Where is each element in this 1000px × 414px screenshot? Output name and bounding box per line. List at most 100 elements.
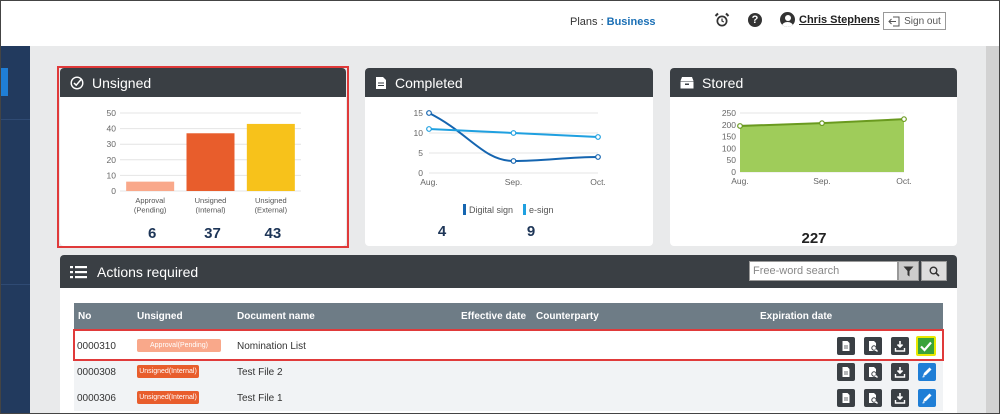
side-nav-divider xyxy=(1,119,30,120)
pen-icon xyxy=(922,393,932,404)
document-name[interactable]: Test File 1 xyxy=(237,393,283,404)
pen-icon xyxy=(922,367,932,378)
avatar-icon xyxy=(780,12,795,27)
scrollbar-track[interactable] xyxy=(986,46,999,413)
y-tick-label: 250 xyxy=(722,108,736,118)
download-icon xyxy=(894,393,906,404)
magnifier-document-icon xyxy=(869,393,878,404)
y-tick-label: 5 xyxy=(418,148,423,158)
stored-card: Stored 0 50 100 150 200 250 Aug. Sep. Oct. 227 xyxy=(670,68,957,246)
search-icon xyxy=(929,266,940,277)
archive-box-icon xyxy=(680,77,694,89)
sign-button[interactable] xyxy=(918,363,936,381)
filter-button[interactable] xyxy=(898,261,919,281)
table-row[interactable]: 0000308 Unsigned(Internal) Test File 2 xyxy=(74,359,943,385)
document-name[interactable]: Test File 2 xyxy=(237,367,283,378)
x-tick-label: Sep. xyxy=(813,176,831,186)
completed-count: 9 xyxy=(527,223,535,240)
data-point xyxy=(819,120,825,127)
completed-count: 4 xyxy=(438,223,447,240)
side-nav-divider xyxy=(1,284,30,285)
top-header: Plans : Business ? Chris Stephens Sign o… xyxy=(1,1,999,46)
x-tick-label: Oct. xyxy=(590,177,606,187)
completed-line-chart: 051015Aug. Sep. Oct.Digital sign e-sign4 9 xyxy=(414,108,606,240)
y-tick-label: 15 xyxy=(414,108,424,118)
data-point xyxy=(901,116,907,123)
x-tick-label: Sep. xyxy=(505,177,523,187)
filter-icon xyxy=(903,266,914,276)
legend-swatch xyxy=(523,204,526,215)
document-icon xyxy=(842,393,850,403)
table-row[interactable]: 0000306 Unsigned(Internal) Test File 1 xyxy=(74,385,943,411)
y-tick-label: 200 xyxy=(722,120,736,130)
completed-card-title: Completed xyxy=(395,74,463,91)
preview-button[interactable] xyxy=(864,363,882,381)
user-menu[interactable]: Chris Stephens xyxy=(780,12,880,27)
highlight-box xyxy=(73,329,944,361)
actions-title: Actions required xyxy=(97,263,199,280)
doc-number: 0000306 xyxy=(77,393,116,404)
magnifier-document-icon xyxy=(869,367,878,378)
actions-header: Actions required Free-word search xyxy=(60,255,957,288)
y-tick-label: 100 xyxy=(722,143,736,153)
view-document-button[interactable] xyxy=(837,389,855,407)
sign-out-icon xyxy=(888,16,900,26)
side-nav-active-tab[interactable] xyxy=(1,68,8,96)
search-button[interactable] xyxy=(921,261,947,281)
help-icon[interactable]: ? xyxy=(748,13,762,27)
completed-card: Completed 0 5 10 15 Aug. Sep. Oct. Digital sign… xyxy=(365,68,653,246)
data-point xyxy=(737,123,743,129)
data-point xyxy=(426,110,432,116)
col-counterparty[interactable]: Counterparty xyxy=(536,311,599,322)
document-icon xyxy=(376,76,386,89)
legend-swatch xyxy=(463,204,466,215)
preview-button[interactable] xyxy=(864,389,882,407)
x-tick-label: Oct. xyxy=(896,176,912,186)
download-button[interactable] xyxy=(891,363,909,381)
data-point xyxy=(595,134,601,140)
download-button[interactable] xyxy=(891,389,909,407)
completed-card-header: Completed xyxy=(365,68,653,97)
doc-number: 0000308 xyxy=(77,367,116,378)
status-badge: Unsigned(Internal) xyxy=(137,365,199,378)
side-nav xyxy=(1,46,30,413)
view-document-button[interactable] xyxy=(837,363,855,381)
y-tick-label: 50 xyxy=(727,155,737,165)
plans-value[interactable]: Business xyxy=(607,16,656,28)
legend-label: e-sign xyxy=(529,205,554,215)
table-header: No Unsigned Document name Effective date… xyxy=(74,303,943,329)
y-tick-label: 10 xyxy=(414,128,424,138)
col-expiration-date[interactable]: Expiration date xyxy=(760,311,832,322)
data-point xyxy=(595,154,601,160)
app-window: Plans : Business ? Chris Stephens Sign o… xyxy=(0,0,1000,414)
plans-label: Plans : xyxy=(570,16,604,28)
document-icon xyxy=(842,367,850,377)
list-icon xyxy=(70,265,87,278)
col-document-name[interactable]: Document name xyxy=(237,311,315,322)
stored-count: 227 xyxy=(801,230,826,246)
col-no[interactable]: No xyxy=(78,311,91,322)
download-icon xyxy=(894,367,906,378)
highlight-box xyxy=(57,66,349,248)
area-fill xyxy=(740,119,904,172)
stored-area-chart: 050100150200250Aug. Sep. Oct.227 xyxy=(722,108,912,246)
status-badge: Unsigned(Internal) xyxy=(137,391,199,404)
sign-out-button[interactable]: Sign out xyxy=(883,12,946,30)
col-effective-date[interactable]: Effective date xyxy=(461,311,526,322)
data-point xyxy=(426,126,432,132)
sign-button[interactable] xyxy=(918,389,936,407)
data-point xyxy=(510,130,517,136)
data-point xyxy=(510,158,517,164)
y-tick-label: 150 xyxy=(722,132,736,142)
stored-card-title: Stored xyxy=(702,74,744,91)
sign-out-label: Sign out xyxy=(904,15,941,27)
col-unsigned[interactable]: Unsigned xyxy=(137,311,183,322)
alarm-clock-icon[interactable] xyxy=(714,12,730,28)
user-name[interactable]: Chris Stephens xyxy=(799,14,880,26)
stored-card-header: Stored xyxy=(670,68,957,97)
plan-indicator: Plans : Business xyxy=(570,16,656,28)
free-word-search-input[interactable]: Free-word search xyxy=(749,261,898,281)
x-tick-label: Aug. xyxy=(731,176,749,186)
legend-label: Digital sign xyxy=(469,205,513,215)
series-line xyxy=(428,112,599,163)
